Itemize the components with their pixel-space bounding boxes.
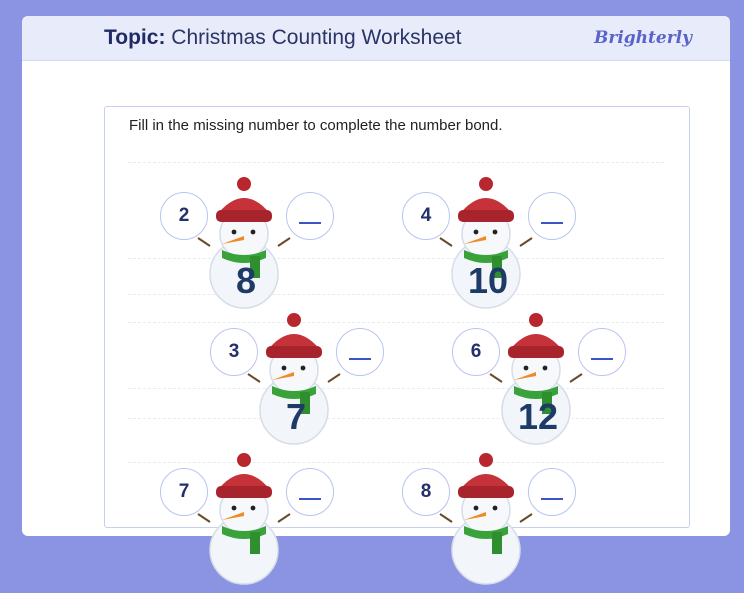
snowman-icon [196, 452, 292, 593]
answer-bubble[interactable] [336, 328, 384, 376]
answer-blank[interactable] [299, 222, 321, 224]
answer-blank[interactable] [541, 222, 563, 224]
number-bond: 7 [160, 452, 340, 592]
answer-bubble[interactable] [286, 192, 334, 240]
known-part-bubble: 4 [402, 192, 450, 240]
known-part-value: 2 [178, 205, 190, 226]
number-bond: 3 7 [210, 312, 390, 452]
header-bar: Topic: Christmas Counting Worksheet Brig… [22, 16, 730, 61]
known-part-value: 7 [178, 481, 190, 502]
known-part-bubble: 7 [160, 468, 208, 516]
answer-bubble[interactable] [528, 468, 576, 516]
whole-number: 8 [235, 260, 257, 301]
topic-title: Christmas Counting Worksheet [171, 26, 462, 49]
answer-bubble[interactable] [528, 192, 576, 240]
page-title: Topic: Christmas Counting Worksheet [104, 26, 462, 50]
answer-blank[interactable] [299, 498, 321, 500]
topic-label: Topic: [104, 26, 166, 49]
whole-number: 10 [467, 260, 509, 301]
answer-bubble[interactable] [286, 468, 334, 516]
brand-logo: Brighterly [594, 28, 692, 48]
answer-bubble[interactable] [578, 328, 626, 376]
number-bond: 4 10 [402, 176, 582, 316]
answer-blank[interactable] [541, 498, 563, 500]
answer-blank[interactable] [591, 358, 613, 360]
known-part-bubble: 8 [402, 468, 450, 516]
number-bond: 8 [402, 452, 582, 592]
whole-number: 12 [517, 396, 559, 437]
number-bond: 2 8 [160, 176, 340, 316]
known-part-value: 8 [420, 481, 432, 502]
known-part-bubble: 6 [452, 328, 500, 376]
known-part-bubble: 3 [210, 328, 258, 376]
known-part-bubble: 2 [160, 192, 208, 240]
known-part-value: 6 [470, 341, 482, 362]
guide-line [128, 162, 664, 163]
whole-number: 7 [285, 396, 307, 437]
known-part-value: 4 [420, 205, 432, 226]
snowman-icon [438, 452, 534, 593]
known-part-value: 3 [228, 341, 240, 362]
instruction-text: Fill in the missing number to complete t… [129, 117, 503, 134]
answer-blank[interactable] [349, 358, 371, 360]
number-bond: 6 12 [452, 312, 632, 452]
